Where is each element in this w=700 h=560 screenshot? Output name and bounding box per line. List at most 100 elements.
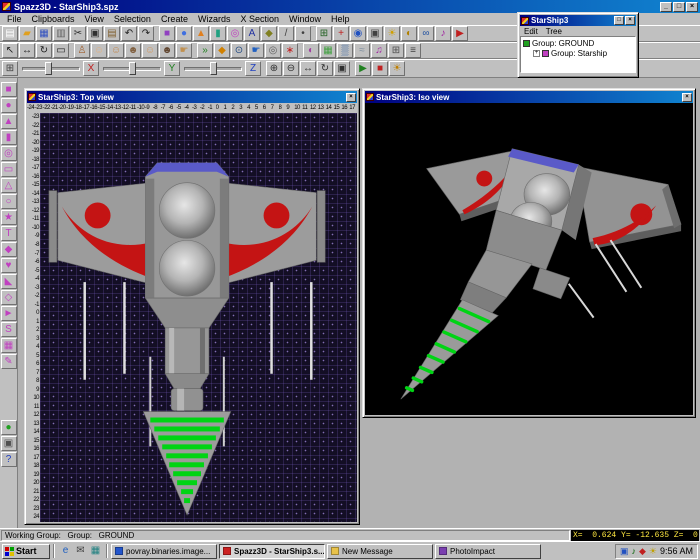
time-sensor-button[interactable]: ⊙ bbox=[231, 43, 247, 58]
avatar-head-5-button[interactable]: ☻ bbox=[159, 43, 175, 58]
tree-expander-icon[interactable]: + bbox=[533, 50, 540, 57]
menu-wizards[interactable]: Wizards bbox=[193, 14, 236, 24]
menu-help[interactable]: Help bbox=[326, 14, 355, 24]
prim-spring-button[interactable]: S bbox=[1, 322, 17, 337]
select-tool-button[interactable]: ↖ bbox=[2, 43, 18, 58]
copy-button[interactable]: ▣ bbox=[87, 26, 103, 41]
snap-grid-toggle[interactable]: ⊞ bbox=[2, 61, 18, 76]
tray-scheduler-icon[interactable]: ◆ bbox=[639, 547, 646, 556]
create-torus-button[interactable]: ◎ bbox=[227, 26, 243, 41]
inline-node-button[interactable]: ⊞ bbox=[388, 43, 404, 58]
prim-cone-button[interactable]: ▲ bbox=[1, 114, 17, 129]
stop-animation-button[interactable]: ■ bbox=[372, 61, 388, 76]
prim-pyramid-button[interactable]: △ bbox=[1, 178, 17, 193]
tree-close-button[interactable]: × bbox=[625, 16, 635, 25]
keyframe-button[interactable]: ◆ bbox=[214, 43, 230, 58]
tray-power-icon[interactable]: ☀ bbox=[649, 547, 657, 556]
transform-tool-button[interactable]: + bbox=[333, 26, 349, 41]
proximity-sensor-button[interactable]: ◎ bbox=[265, 43, 281, 58]
ground-sphere-button[interactable]: ● bbox=[1, 420, 17, 435]
quick-launch-mail[interactable]: ✉ bbox=[73, 544, 88, 558]
z-rotation-slider-thumb[interactable] bbox=[210, 62, 217, 75]
quick-launch-desktop[interactable]: ▦ bbox=[88, 544, 103, 558]
background-node-button[interactable]: ▒ bbox=[337, 43, 353, 58]
tray-display-icon[interactable]: ▣ bbox=[620, 547, 629, 556]
spot-light-button[interactable]: ◐ bbox=[401, 26, 417, 41]
maximize-button[interactable]: □ bbox=[673, 2, 685, 12]
tree-maximize-button[interactable]: □ bbox=[614, 16, 624, 25]
rotate-tool-button[interactable]: ↻ bbox=[36, 43, 52, 58]
avatar-head-4-button[interactable]: ☺ bbox=[142, 43, 158, 58]
cut-button[interactable]: ✂ bbox=[70, 26, 86, 41]
viewpoint-button[interactable]: ◉ bbox=[350, 26, 366, 41]
iso-view-title-bar[interactable]: StarShip3: Iso view × bbox=[365, 91, 693, 103]
prim-ring-button[interactable]: ◇ bbox=[1, 290, 17, 305]
quick-launch-browser[interactable]: e bbox=[58, 544, 73, 558]
touch-sensor-button[interactable]: ☛ bbox=[248, 43, 264, 58]
material-editor-button[interactable]: ◐ bbox=[303, 43, 319, 58]
snapshot-button[interactable]: ▣ bbox=[1, 436, 17, 451]
scene-tree-window[interactable]: StarShip3 □ × EditTree Group: GROUND+Gro… bbox=[517, 12, 639, 78]
y-rotation-slider[interactable] bbox=[103, 61, 161, 76]
collision-node-button[interactable]: ∗ bbox=[282, 43, 298, 58]
task-button-2[interactable]: Spazz3D - StarShip3.s... bbox=[219, 544, 325, 559]
prim-heart-button[interactable]: ♥ bbox=[1, 258, 17, 273]
prim-diamond-button[interactable]: ◆ bbox=[1, 242, 17, 257]
redo-button[interactable]: ↷ bbox=[138, 26, 154, 41]
render-preview-button[interactable]: ☀ bbox=[389, 61, 405, 76]
x-rotation-slider-thumb[interactable] bbox=[45, 62, 52, 75]
top-view-window[interactable]: StarShip3: Top view × -24-23-22-21-20-19… bbox=[24, 88, 360, 525]
top-view-close-button[interactable]: × bbox=[346, 93, 356, 102]
movie-node-button[interactable]: ▶ bbox=[452, 26, 468, 41]
avatar-head-1-button[interactable]: ☺ bbox=[91, 43, 107, 58]
menu-clipboards[interactable]: Clipboards bbox=[27, 14, 80, 24]
fit-view-button[interactable]: ▣ bbox=[334, 61, 350, 76]
create-box-button[interactable]: ■ bbox=[159, 26, 175, 41]
task-button-3[interactable]: New Message bbox=[327, 544, 433, 559]
top-view-viewport[interactable] bbox=[40, 113, 357, 522]
sound-2-button[interactable]: ♫ bbox=[371, 43, 387, 58]
zoom-in-button[interactable]: ⊕ bbox=[266, 61, 282, 76]
menu-selection[interactable]: Selection bbox=[109, 14, 156, 24]
scale-tool-button[interactable]: ▭ bbox=[53, 43, 69, 58]
prim-star-button[interactable]: ★ bbox=[1, 210, 17, 225]
create-text-button[interactable]: A bbox=[244, 26, 260, 41]
fog-node-button[interactable]: ≈ bbox=[354, 43, 370, 58]
tray-volume-icon[interactable]: ♪ bbox=[631, 547, 636, 556]
script-node-button[interactable]: ≡ bbox=[405, 43, 421, 58]
create-sphere-button[interactable]: ● bbox=[176, 26, 192, 41]
close-button[interactable]: × bbox=[686, 2, 698, 12]
undo-button[interactable]: ↶ bbox=[121, 26, 137, 41]
x-rotation-slider[interactable] bbox=[22, 61, 80, 76]
paste-button[interactable]: ▤ bbox=[104, 26, 120, 41]
create-point-button[interactable]: • bbox=[295, 26, 311, 41]
hand-pointer-button[interactable]: ☛ bbox=[176, 43, 192, 58]
tree-item[interactable]: Group: GROUND bbox=[521, 38, 635, 48]
prim-torus-button[interactable]: ◎ bbox=[1, 146, 17, 161]
play-animation-button[interactable]: ▶ bbox=[355, 61, 371, 76]
top-view-title-bar[interactable]: StarShip3: Top view × bbox=[27, 91, 357, 103]
iso-view-window[interactable]: StarShip3: Iso view × bbox=[362, 88, 696, 418]
tree-menu-edit[interactable]: Edit bbox=[520, 27, 542, 36]
help-button[interactable]: ? bbox=[1, 452, 17, 467]
prim-cylinder-button[interactable]: ▮ bbox=[1, 130, 17, 145]
avatar-head-2-button[interactable]: ☺ bbox=[108, 43, 124, 58]
print-button[interactable]: ▥ bbox=[53, 26, 69, 41]
prim-pen-button[interactable]: ✎ bbox=[1, 354, 17, 369]
zoom-out-button[interactable]: ⊖ bbox=[283, 61, 299, 76]
tree-item[interactable]: +Group: Starship bbox=[521, 48, 635, 58]
tree-window-title-bar[interactable]: StarShip3 □ × bbox=[520, 15, 636, 26]
prim-arrow-button[interactable]: ► bbox=[1, 306, 17, 321]
avatar-body-button[interactable]: ♙ bbox=[74, 43, 90, 58]
minimize-button[interactable]: _ bbox=[660, 2, 672, 12]
point-light-button[interactable]: ☀ bbox=[384, 26, 400, 41]
group-objects-button[interactable]: ⊞ bbox=[316, 26, 332, 41]
rotate-view-button[interactable]: ↻ bbox=[317, 61, 333, 76]
menu-x-section[interactable]: X Section bbox=[235, 14, 284, 24]
save-file-button[interactable]: ▦ bbox=[36, 26, 52, 41]
tree-menu-tree[interactable]: Tree bbox=[542, 27, 566, 36]
prim-box-button[interactable]: ■ bbox=[1, 82, 17, 97]
start-button[interactable]: Start bbox=[2, 544, 50, 559]
menu-file[interactable]: File bbox=[2, 14, 27, 24]
iso-view-viewport[interactable] bbox=[365, 103, 693, 415]
